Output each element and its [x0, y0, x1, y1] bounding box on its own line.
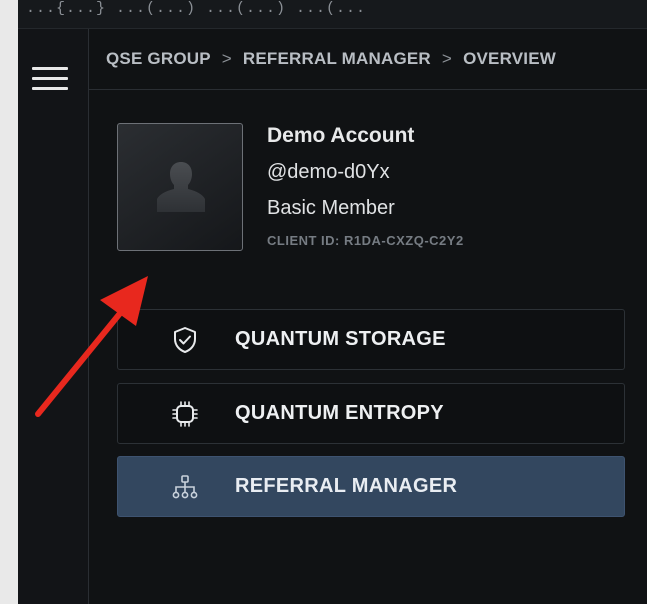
- shield-check-icon: [174, 327, 196, 353]
- nav-rail: [18, 29, 89, 604]
- hamburger-menu-icon[interactable]: [32, 67, 68, 93]
- menu-item-quantum-entropy[interactable]: QUANTUM ENTROPY: [117, 383, 625, 444]
- breadcrumb-separator: >: [221, 49, 232, 68]
- menu-item-quantum-storage[interactable]: QUANTUM STORAGE: [117, 309, 625, 370]
- url-bar: ...{...} ...(...) ...(...) ...(...: [18, 0, 647, 29]
- app-window: ...{...} ...(...) ...(...) ...(... QSE G…: [18, 0, 647, 604]
- breadcrumb-referral-manager[interactable]: REFERRAL MANAGER: [243, 49, 431, 69]
- profile-tier: Basic Member: [267, 197, 395, 219]
- menu-item-label: QUANTUM ENTROPY: [235, 402, 444, 424]
- user-silhouette-icon: [157, 162, 205, 212]
- breadcrumb-qse-group[interactable]: QSE GROUP: [106, 49, 211, 69]
- client-id: CLIENT ID: R1DA-CXZQ-C2Y2: [267, 233, 464, 248]
- avatar[interactable]: [117, 123, 243, 251]
- profile-handle: @demo-d0Yx: [267, 161, 390, 183]
- breadcrumb: QSE GROUP > REFERRAL MANAGER > OVERVIEW: [89, 29, 647, 90]
- network-icon: [172, 475, 198, 499]
- breadcrumb-overview: OVERVIEW: [463, 49, 556, 68]
- profile-name: Demo Account: [267, 124, 415, 147]
- breadcrumb-separator: >: [441, 49, 453, 68]
- profile-info: Demo Account @demo-d0Yx Basic Member CLI…: [267, 123, 464, 248]
- menu-item-label: REFERRAL MANAGER: [235, 475, 458, 497]
- menu-item-referral-manager[interactable]: REFERRAL MANAGER: [117, 456, 625, 517]
- menu-item-label: QUANTUM STORAGE: [235, 328, 446, 350]
- chip-icon: [172, 401, 198, 427]
- main-panel: QSE GROUP > REFERRAL MANAGER > OVERVIEW …: [89, 29, 647, 604]
